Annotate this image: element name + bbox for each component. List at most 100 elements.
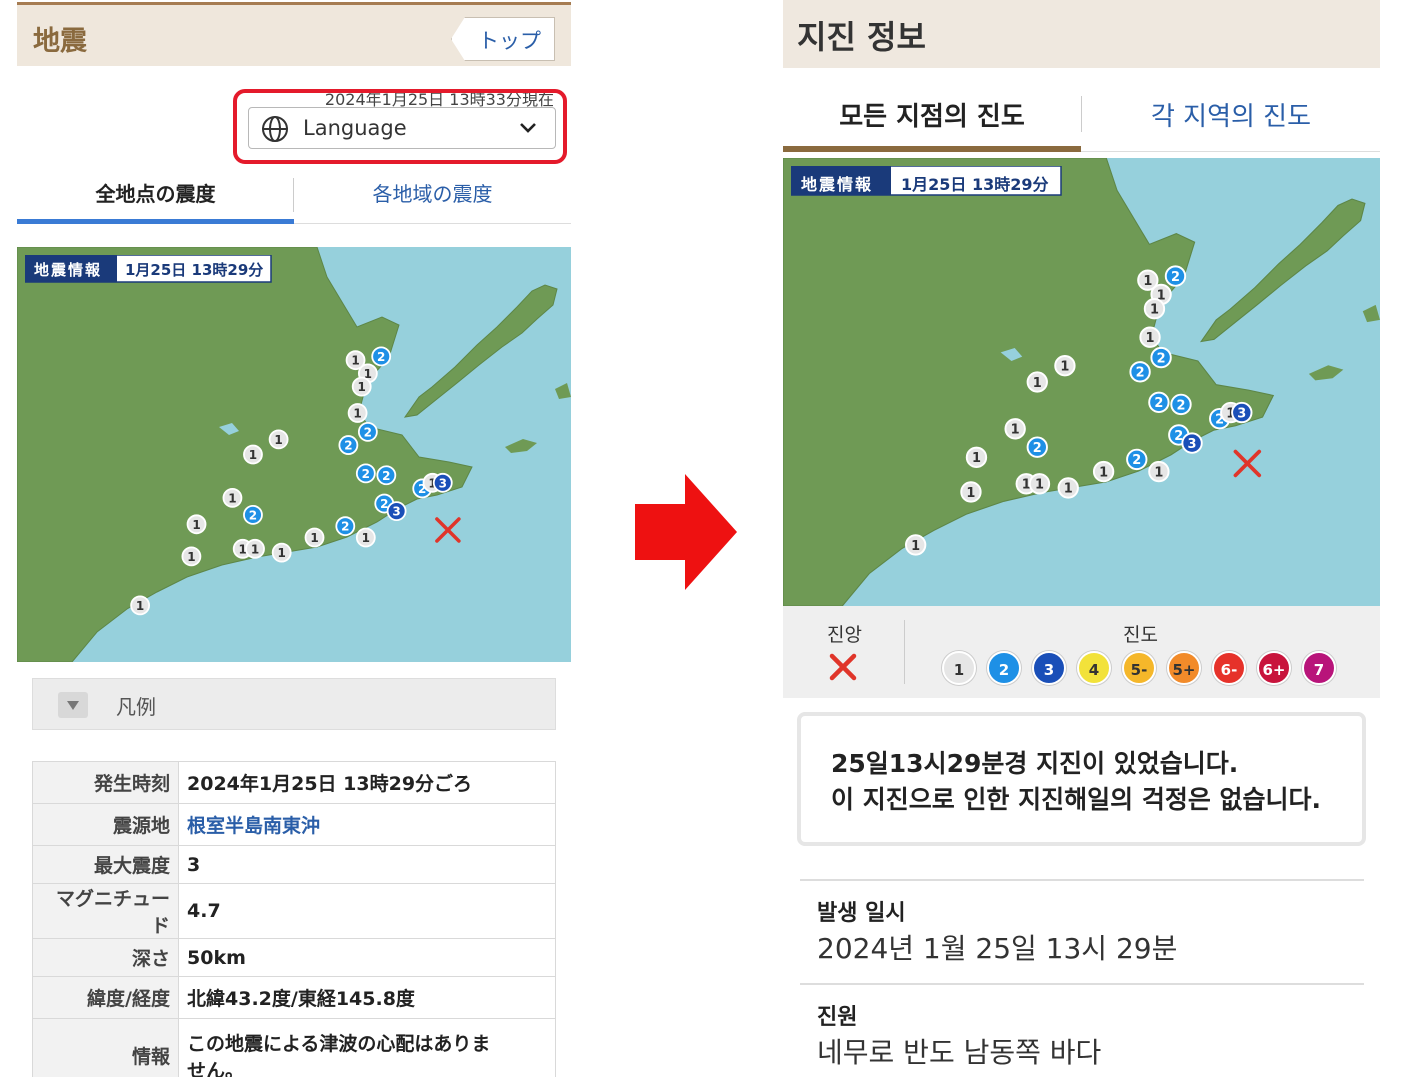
message-line: 이 지진으로 인한 지진해일의 걱정은 없습니다. <box>831 785 1322 814</box>
intensity-marker-label: 2 <box>341 520 349 534</box>
intensity-marker-label: 1 <box>966 486 975 501</box>
intensity-marker-label: 2 <box>1154 396 1163 411</box>
page-title: 地震 <box>33 26 87 57</box>
detail-key: 発生時刻 <box>32 761 179 804</box>
intensity-dot: 4 <box>1077 651 1111 685</box>
intensity-marker-label: 1 <box>310 531 318 545</box>
earthquake-message-box: 25일13시29분경 지진이 있었습니다. 이 지진으로 인한 지진해일의 걱정… <box>797 712 1366 846</box>
intensity-marker-label: 1 <box>358 380 366 394</box>
intensity-marker-label: 1 <box>1011 423 1020 438</box>
map-badge-time: 1月25日 13時29分 <box>901 175 1049 194</box>
intensity-marker-label: 1 <box>1035 478 1044 493</box>
intensity-marker-label: 1 <box>278 546 286 560</box>
table-row: マグニチュード 4.7 <box>32 883 556 939</box>
detail-value: 北緯43.2度/東経145.8度 <box>178 976 556 1019</box>
intensity-marker-label: 3 <box>392 505 400 519</box>
intensity-marker-label: 2 <box>382 469 390 483</box>
tab-all-points[interactable]: 全地点の震度 <box>17 170 294 224</box>
intensity-dot: 5- <box>1122 651 1156 685</box>
intensity-marker-label: 1 <box>351 354 359 368</box>
table-row: 震源地 根室半島南東沖 <box>32 803 556 846</box>
intensity-marker-label: 1 <box>1064 482 1073 497</box>
intensity-marker-label: 3 <box>1237 406 1246 421</box>
detail-value: この地震による津波の心配はありま せん。 <box>178 1018 556 1077</box>
intensity-marker-label: 2 <box>1136 366 1145 381</box>
detail-key: 最大震度 <box>32 845 179 884</box>
triangle-down-icon <box>58 692 88 718</box>
intensity-tabs: 모든 지점의 진도 각 지역의 진도 <box>783 82 1380 152</box>
intensity-marker-label: 2 <box>249 508 257 522</box>
intensity-dot: 7 <box>1302 651 1336 685</box>
detail-key: 情報 <box>32 1018 179 1077</box>
intensity-dot: 5+ <box>1167 651 1201 685</box>
epicenter-legend-label: 진앙 <box>827 624 862 646</box>
epicenter-x-icon <box>829 653 857 681</box>
table-row: 発生時刻 2024年1月25日 13時29分ごろ <box>32 761 556 804</box>
page-header: 지진 정보 <box>783 0 1380 68</box>
intensity-marker-label: 1 <box>353 407 361 421</box>
intensity-dot: 6- <box>1212 651 1246 685</box>
intensity-dot: 3 <box>1032 651 1066 685</box>
legend-toggle[interactable]: 凡例 <box>32 678 556 730</box>
intensity-legend-label: 진도 <box>1123 624 1158 646</box>
detail-value-line: せん。 <box>187 1059 245 1077</box>
intensity-marker-label: 1 <box>1033 376 1042 391</box>
intensity-marker-label: 2 <box>377 350 385 364</box>
intensity-marker-label: 1 <box>1146 331 1155 346</box>
intensity-tabs: 全地点の震度 各地域の震度 <box>17 170 571 224</box>
table-row: 深さ 50km <box>32 938 556 977</box>
detail-value: 2024年1月25日 13時29分ごろ <box>178 761 556 804</box>
intensity-marker-label: 1 <box>911 539 920 554</box>
detail-key: マグニチュード <box>32 883 179 939</box>
earthquake-map[interactable]: 121112211222213312111111211 地震情報 1月25日 1… <box>17 247 571 662</box>
intensity-marker-label: 2 <box>1176 398 1185 413</box>
intensity-marker-label: 2 <box>1033 441 1042 456</box>
tab-each-region[interactable]: 各地域の震度 <box>294 170 571 224</box>
map-canvas: 1 211122112 222 1 3312111 1 11211 <box>17 247 571 662</box>
intensity-scale: 1 2 3 4 5- 5+ 6- 6+ 7 <box>942 651 1336 685</box>
intensity-marker-label: 1 <box>1060 360 1069 375</box>
intensity-marker-label: 2 <box>1132 453 1141 468</box>
field-value: 2024년 1월 25일 13시 29분 <box>817 932 1178 965</box>
korean-earthquake-page: 지진 정보 모든 지점의 진도 각 지역의 진도 121112211222213… <box>783 0 1380 1077</box>
top-button-label[interactable]: トップ <box>478 25 541 55</box>
hypocenter-field: 진원 네무로 반도 남동쪽 바다 <box>800 983 1364 1077</box>
intensity-dot: 6+ <box>1257 651 1291 685</box>
intensity-dot: 2 <box>987 651 1021 685</box>
intensity-marker-label: 2 <box>364 425 372 439</box>
tab-all-points[interactable]: 모든 지점의 진도 <box>783 82 1081 152</box>
intensity-marker-label: 1 <box>972 451 981 466</box>
intensity-marker-label: 1 <box>187 550 195 564</box>
intensity-marker-label: 2 <box>1171 270 1180 285</box>
arrow-right-icon <box>635 474 737 590</box>
map-badge-label: 地震情報 <box>801 175 874 194</box>
page-header: 地震 トップ <box>17 2 571 66</box>
epicenter-link[interactable]: 根室半島南東沖 <box>178 803 556 846</box>
intensity-marker-label: 1 <box>1150 303 1159 318</box>
detail-key: 深さ <box>32 938 179 977</box>
detail-value: 50km <box>178 938 556 977</box>
detail-value: 3 <box>178 845 556 884</box>
japanese-earthquake-page: 地震 トップ 2024年1月25日 13時33分現在 Language 全地点の… <box>17 0 571 1077</box>
intensity-marker-label: 1 <box>251 542 259 556</box>
tab-each-region[interactable]: 각 지역의 진도 <box>1082 82 1380 152</box>
intensity-marker-label: 1 <box>136 599 144 613</box>
map-badge-label: 地震情報 <box>34 261 103 279</box>
intensity-marker-label: 1 <box>274 433 282 447</box>
intensity-dot: 1 <box>942 651 976 685</box>
legend-label: 凡例 <box>116 695 156 719</box>
map-canvas: 1 211122112 222 1 3312111 1 11211 <box>783 158 1380 606</box>
intensity-marker-label: 2 <box>344 439 352 453</box>
detail-key: 緯度/経度 <box>32 976 179 1019</box>
earthquake-map[interactable]: 121112211222213312111111211 地震情報 1月25日 1… <box>783 158 1380 606</box>
intensity-marker-label: 1 <box>249 448 257 462</box>
highlight-outline <box>233 89 567 164</box>
detail-key: 震源地 <box>32 803 179 846</box>
occurrence-time-field: 발생 일시 2024년 1월 25일 13시 29분 <box>800 879 1364 983</box>
table-row: 緯度/経度 北緯43.2度/東経145.8度 <box>32 976 556 1019</box>
message-line: 25일13시29분경 지진이 있었습니다. <box>831 749 1239 778</box>
earthquake-details-table: 発生時刻 2024年1月25日 13時29分ごろ 震源地 根室半島南東沖 最大震… <box>32 761 556 1077</box>
map-badge-time: 1月25日 13時29分 <box>125 261 264 279</box>
intensity-marker-label: 2 <box>1157 351 1166 366</box>
field-key: 진원 <box>817 1005 858 1030</box>
